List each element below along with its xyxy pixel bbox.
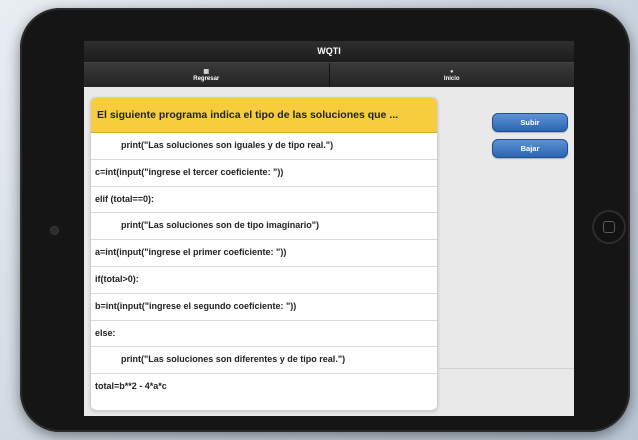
nav-back-label: Regresar <box>193 75 220 82</box>
camera-icon <box>50 226 59 235</box>
code-line-4[interactable]: print("Las soluciones son de tipo imagin… <box>91 213 437 241</box>
code-line-9[interactable]: print("Las soluciones son diferentes y d… <box>91 347 437 375</box>
tablet-frame: WQTI ▦ Regresar ● Inicio El siguiente pr… <box>20 8 630 432</box>
code-line-8[interactable]: else: <box>91 321 437 348</box>
code-line-3[interactable]: elif (total==0): <box>91 187 437 214</box>
app-screen: WQTI ▦ Regresar ● Inicio El siguiente pr… <box>84 41 574 416</box>
code-line-1[interactable]: print("Las soluciones son iguales y de t… <box>91 133 437 160</box>
home-square-icon <box>603 221 615 233</box>
question-header: El siguiente programa indica el tipo de … <box>91 98 437 133</box>
nav-bar: ▦ Regresar ● Inicio <box>84 62 574 87</box>
code-line-6[interactable]: if(total>0): <box>91 267 437 294</box>
nav-home-label: Inicio <box>443 75 460 82</box>
nav-home-button[interactable]: ● Inicio <box>330 63 575 87</box>
code-order-list: El siguiente programa indica el tipo de … <box>90 97 438 411</box>
code-line-2[interactable]: c=int(input("ingrese el tercer coeficien… <box>91 160 437 187</box>
move-down-button[interactable]: Bajar <box>492 139 568 158</box>
divider <box>439 368 574 369</box>
code-line-10[interactable]: total=b**2 - 4*a*c <box>91 374 437 400</box>
home-icon: ● <box>449 68 454 75</box>
code-line-5[interactable]: a=int(input("ingrese el primer coeficien… <box>91 240 437 267</box>
code-line-7[interactable]: b=int(input("ingrese el segundo coeficie… <box>91 294 437 321</box>
back-icon: ▦ <box>203 68 210 75</box>
move-up-button[interactable]: Subir <box>492 113 568 132</box>
home-button[interactable] <box>592 210 626 244</box>
nav-back-button[interactable]: ▦ Regresar <box>84 63 330 87</box>
app-title: WQTI <box>84 41 574 62</box>
